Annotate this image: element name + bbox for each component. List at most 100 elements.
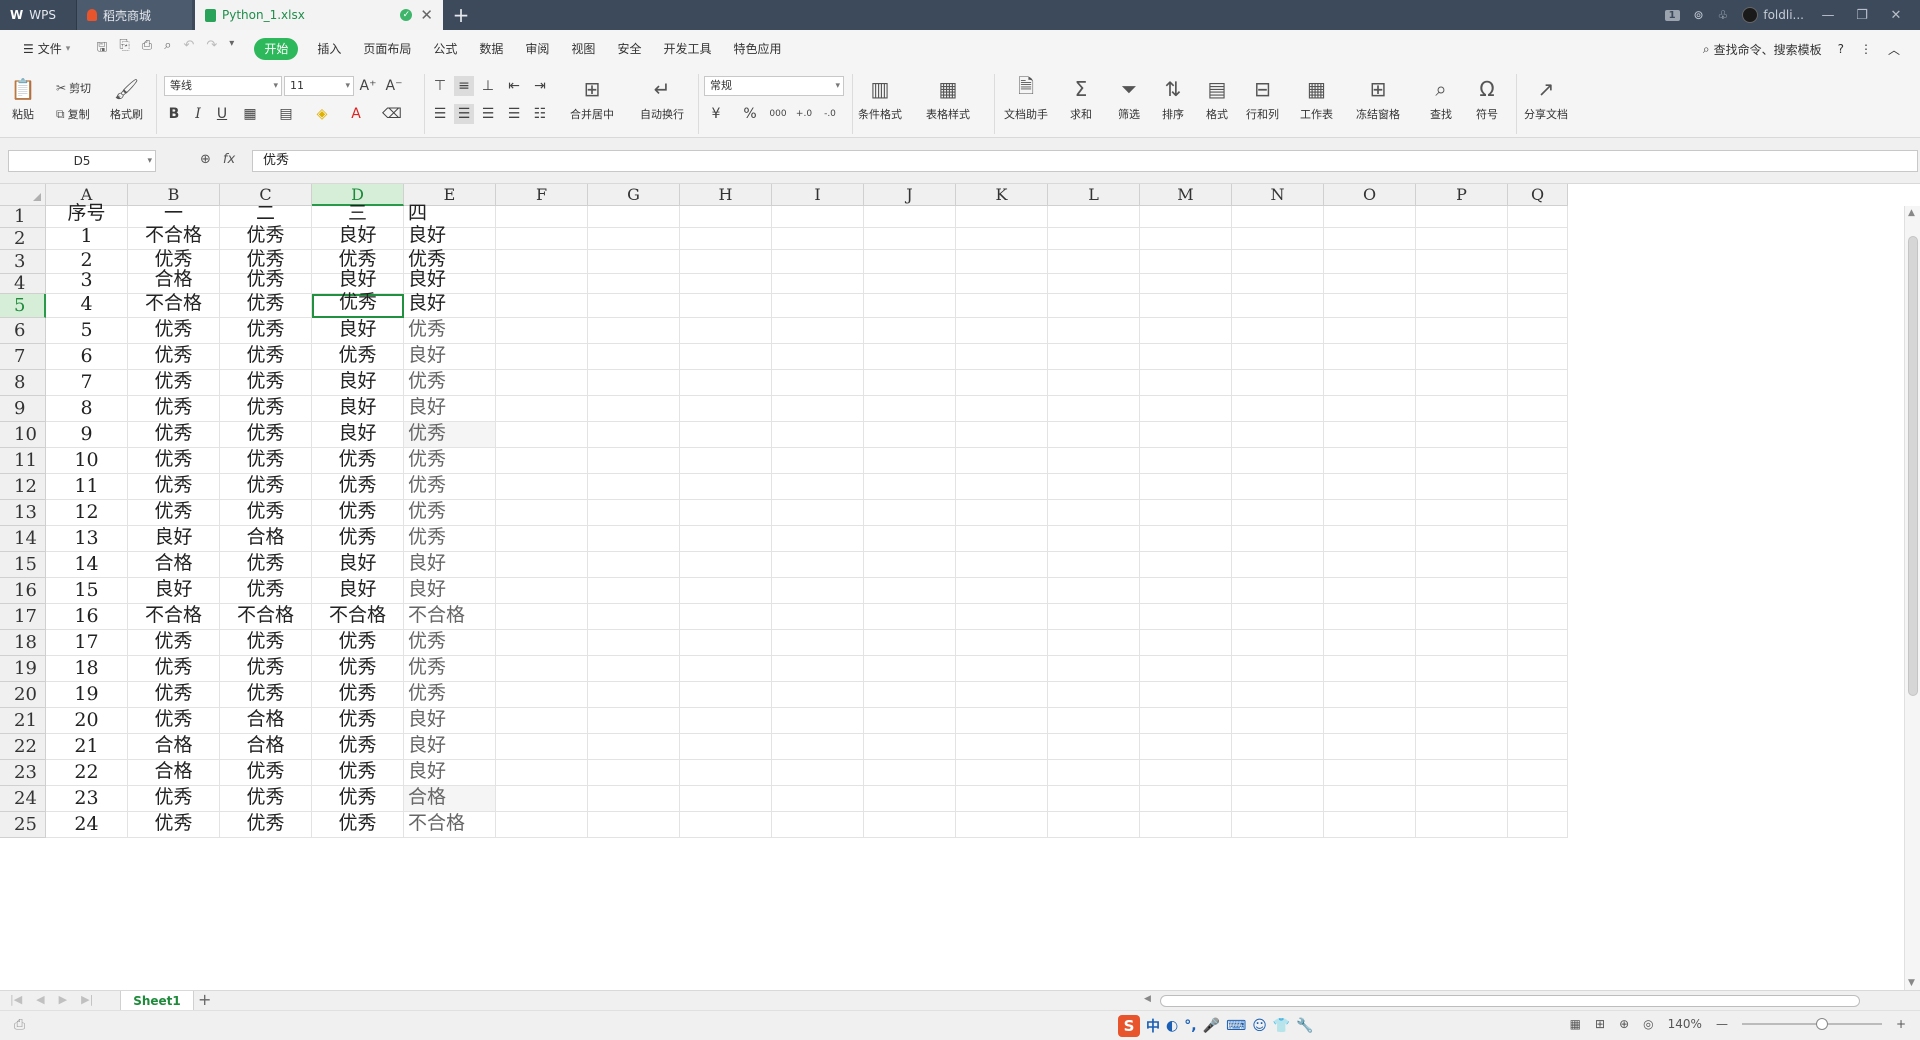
table-cell[interactable]: 8 <box>46 396 128 422</box>
table-cell[interactable] <box>680 396 772 422</box>
format-button[interactable]: ▤ 格式 <box>1204 76 1230 122</box>
table-cell[interactable] <box>1048 812 1140 838</box>
table-cell[interactable] <box>588 448 680 474</box>
table-cell[interactable] <box>1508 228 1568 250</box>
row-header-1[interactable]: 1 <box>0 206 46 228</box>
worksheet-button[interactable]: ▦ 工作表 <box>1300 76 1333 122</box>
table-cell[interactable] <box>1416 526 1508 552</box>
first-sheet-icon[interactable]: |◀ <box>10 993 22 1006</box>
table-cell[interactable] <box>1140 344 1232 370</box>
table-cell[interactable] <box>956 604 1048 630</box>
table-cell[interactable] <box>1324 760 1416 786</box>
table-cell[interactable] <box>1232 474 1324 500</box>
border-icon[interactable]: ▦ <box>240 104 260 124</box>
table-cell[interactable] <box>496 552 588 578</box>
align-middle-icon[interactable]: ≡ <box>454 76 474 96</box>
table-cell[interactable] <box>1232 630 1324 656</box>
table-cell[interactable] <box>1232 656 1324 682</box>
column-header-q[interactable]: Q <box>1508 184 1568 206</box>
table-style-button[interactable]: ▦ 表格样式 <box>926 76 970 122</box>
table-cell[interactable] <box>588 250 680 274</box>
table-cell[interactable] <box>1508 604 1568 630</box>
table-cell[interactable] <box>956 228 1048 250</box>
table-cell[interactable] <box>864 500 956 526</box>
table-cell[interactable] <box>496 604 588 630</box>
increase-indent-icon[interactable]: ⇥ <box>530 76 550 96</box>
table-cell[interactable] <box>956 500 1048 526</box>
align-left-icon[interactable]: ☰ <box>430 104 450 124</box>
row-header-25[interactable]: 25 <box>0 812 46 838</box>
table-cell[interactable] <box>1324 206 1416 228</box>
table-cell[interactable] <box>1416 578 1508 604</box>
table-cell[interactable] <box>956 734 1048 760</box>
sheet-tab-sheet1[interactable]: Sheet1 <box>120 991 194 1011</box>
table-cell[interactable]: 优秀 <box>312 812 404 838</box>
align-right-icon[interactable]: ☰ <box>478 104 498 124</box>
table-cell[interactable] <box>496 500 588 526</box>
table-cell[interactable] <box>956 786 1048 812</box>
table-cell[interactable] <box>864 630 956 656</box>
table-cell[interactable] <box>1048 526 1140 552</box>
table-cell[interactable] <box>864 228 956 250</box>
table-cell[interactable] <box>1416 552 1508 578</box>
table-cell[interactable] <box>1232 250 1324 274</box>
table-cell[interactable] <box>864 370 956 396</box>
table-cell[interactable] <box>588 228 680 250</box>
table-cell[interactable]: 4 <box>46 293 128 318</box>
table-cell[interactable] <box>1324 578 1416 604</box>
row-header-14[interactable]: 14 <box>0 526 46 552</box>
column-header-n[interactable]: N <box>1232 184 1324 206</box>
symbol-button[interactable]: Ω 符号 <box>1474 76 1500 122</box>
row-header-23[interactable]: 23 <box>0 760 46 786</box>
table-cell[interactable] <box>680 344 772 370</box>
table-cell[interactable] <box>680 448 772 474</box>
table-cell[interactable] <box>1140 500 1232 526</box>
table-cell[interactable] <box>1140 396 1232 422</box>
wrap-text-button[interactable]: ↵ 自动换行 <box>640 76 684 122</box>
table-cell[interactable]: 5 <box>46 318 128 344</box>
cell-style-icon[interactable]: ▤ <box>276 104 296 124</box>
table-cell[interactable] <box>772 682 864 708</box>
table-cell[interactable] <box>1048 708 1140 734</box>
table-cell[interactable] <box>1324 250 1416 274</box>
table-cell[interactable]: 12 <box>46 500 128 526</box>
table-cell[interactable] <box>496 274 588 294</box>
table-cell[interactable] <box>1416 734 1508 760</box>
row-header-13[interactable]: 13 <box>0 500 46 526</box>
reading-layout-icon[interactable]: ⊕ <box>1619 1017 1629 1031</box>
table-cell[interactable] <box>956 526 1048 552</box>
table-cell[interactable]: 15 <box>46 578 128 604</box>
table-cell[interactable] <box>1416 604 1508 630</box>
column-header-m[interactable]: M <box>1140 184 1232 206</box>
table-cell[interactable] <box>1048 630 1140 656</box>
table-cell[interactable] <box>1140 294 1232 318</box>
table-cell[interactable] <box>496 422 588 448</box>
table-cell[interactable] <box>1232 448 1324 474</box>
filter-button[interactable]: ⏷ 筛选 <box>1116 76 1142 122</box>
table-cell[interactable] <box>772 786 864 812</box>
row-header-3[interactable]: 3 <box>0 250 46 274</box>
table-cell[interactable]: 24 <box>46 812 128 838</box>
table-cell[interactable] <box>1232 422 1324 448</box>
table-cell[interactable] <box>496 250 588 274</box>
column-header-f[interactable]: F <box>496 184 588 206</box>
table-cell[interactable] <box>956 344 1048 370</box>
table-cell[interactable] <box>680 578 772 604</box>
table-cell[interactable] <box>588 604 680 630</box>
table-cell[interactable] <box>1048 578 1140 604</box>
table-cell[interactable] <box>864 422 956 448</box>
table-cell[interactable] <box>1416 786 1508 812</box>
table-cell[interactable] <box>1048 206 1140 228</box>
table-cell[interactable] <box>864 206 956 228</box>
table-cell[interactable] <box>680 812 772 838</box>
table-cell[interactable] <box>1048 734 1140 760</box>
table-cell[interactable] <box>496 206 588 228</box>
row-header-19[interactable]: 19 <box>0 656 46 682</box>
table-cell[interactable] <box>1140 206 1232 228</box>
select-all-corner[interactable] <box>0 184 46 206</box>
table-cell[interactable] <box>956 250 1048 274</box>
row-header-11[interactable]: 11 <box>0 448 46 474</box>
table-cell[interactable] <box>680 734 772 760</box>
table-cell[interactable] <box>1048 250 1140 274</box>
zoom-in-button[interactable]: + <box>1896 1017 1906 1031</box>
